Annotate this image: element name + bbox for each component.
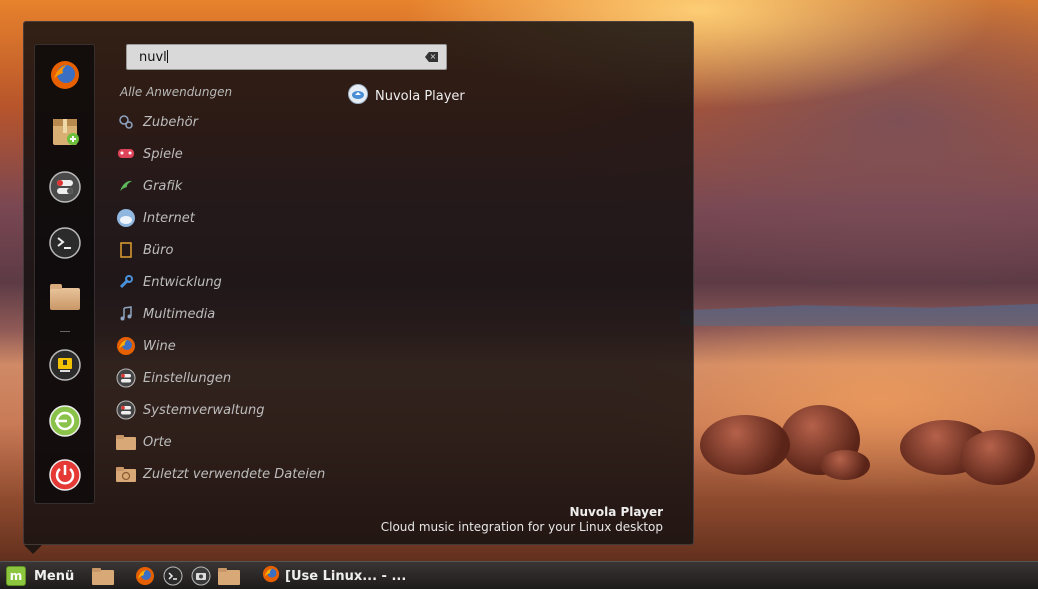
accessories-icon [116, 112, 136, 132]
system-settings-icon [49, 171, 81, 203]
wallpaper-rock [960, 430, 1035, 485]
linux-mint-logo-icon: m [6, 566, 26, 586]
favorite-terminal[interactable] [47, 225, 83, 261]
terminal-icon [49, 227, 81, 259]
category-label: Wine [143, 338, 176, 354]
favorite-system-settings[interactable] [47, 169, 83, 205]
folder-icon [92, 568, 114, 585]
result-nuvola-player[interactable]: Nuvola Player [348, 84, 465, 108]
category-label: Zubehör [143, 114, 198, 130]
software-manager-icon [53, 119, 79, 145]
search-input[interactable]: nuvl × [126, 44, 447, 70]
administration-icon [116, 400, 136, 420]
category-games[interactable]: Spiele [116, 142, 183, 166]
taskbar-launcher-screenshot[interactable] [190, 566, 212, 586]
development-icon [116, 272, 136, 292]
category-label: Büro [143, 242, 174, 258]
app-description-text: Cloud music integration for your Linux d… [380, 520, 663, 534]
wallpaper-rock [700, 415, 790, 475]
category-settings[interactable]: Einstellungen [116, 366, 231, 390]
taskbar-launcher-files[interactable] [92, 566, 114, 586]
terminal-icon [163, 566, 183, 586]
taskbar: m Menü [Use Linux... - ... [0, 561, 1038, 589]
favorites-panel [34, 44, 95, 504]
category-label: Grafik [143, 178, 183, 194]
category-label: Zuletzt verwendete Dateien [143, 466, 326, 482]
office-icon [116, 240, 136, 260]
folder-icon [218, 568, 240, 585]
menu-button-label: Menü [34, 568, 75, 584]
files-icon [50, 284, 80, 310]
taskbar-window-button[interactable]: [Use Linux... - ... [262, 565, 407, 587]
result-label: Nuvola Player [375, 88, 465, 104]
wallpaper-rock [820, 450, 870, 480]
wine-icon [116, 336, 136, 356]
camera-icon [191, 566, 211, 586]
category-wine[interactable]: Wine [116, 334, 176, 358]
category-accessories[interactable]: Zubehör [116, 110, 198, 134]
favorite-firefox[interactable] [47, 57, 83, 93]
clear-search-icon[interactable]: × [425, 52, 438, 62]
firefox-icon [262, 565, 280, 587]
category-label: Entwicklung [143, 274, 222, 290]
logout-icon [49, 405, 81, 437]
category-label: Systemverwaltung [143, 402, 265, 418]
favorite-lock-screen[interactable] [47, 347, 83, 383]
shutdown-icon [49, 459, 81, 491]
recent-files-icon [116, 464, 136, 484]
taskbar-launcher-home-folder[interactable] [218, 566, 240, 586]
favorite-files[interactable] [47, 281, 83, 317]
taskbar-window-label: [Use Linux... - ... [285, 568, 407, 584]
category-multimedia[interactable]: Multimedia [116, 302, 215, 326]
category-administration[interactable]: Systemverwaltung [116, 398, 265, 422]
internet-icon [116, 208, 136, 228]
all-applications-category[interactable]: Alle Anwendungen [120, 85, 232, 99]
category-label: Multimedia [143, 306, 216, 322]
category-graphics[interactable]: Grafik [116, 174, 182, 198]
category-label: Orte [143, 434, 172, 450]
taskbar-launcher-terminal[interactable] [162, 566, 184, 586]
taskbar-launcher-firefox[interactable] [134, 566, 156, 586]
lock-screen-icon [49, 349, 81, 381]
category-recent-files[interactable]: Zuletzt verwendete Dateien [116, 462, 325, 486]
app-description-title: Nuvola Player [569, 505, 663, 519]
games-icon [116, 144, 136, 164]
settings-icon [116, 368, 136, 388]
graphics-icon [116, 176, 136, 196]
multimedia-icon [116, 304, 136, 324]
nuvola-player-icon [348, 84, 368, 108]
category-label: Einstellungen [143, 370, 232, 386]
firefox-icon [51, 61, 79, 89]
category-places[interactable]: Orte [116, 430, 172, 454]
places-icon [116, 432, 136, 452]
favorite-software-manager[interactable] [47, 113, 83, 149]
category-development[interactable]: Entwicklung [116, 270, 222, 294]
firefox-icon [136, 567, 154, 585]
application-menu: nuvl × Alle Anwendungen Zubehör Spiele G… [23, 21, 694, 545]
menu-button[interactable]: m Menü [6, 566, 74, 586]
favorites-separator [60, 331, 70, 332]
menu-pointer [24, 545, 42, 554]
favorite-logout[interactable] [47, 403, 83, 439]
favorite-shutdown[interactable] [47, 457, 83, 493]
category-label: Internet [143, 210, 195, 226]
wallpaper-shoreline [680, 303, 1038, 326]
category-internet[interactable]: Internet [116, 206, 195, 230]
category-office[interactable]: Büro [116, 238, 173, 262]
category-label: Spiele [143, 146, 183, 162]
search-input-value: nuvl [139, 50, 167, 65]
